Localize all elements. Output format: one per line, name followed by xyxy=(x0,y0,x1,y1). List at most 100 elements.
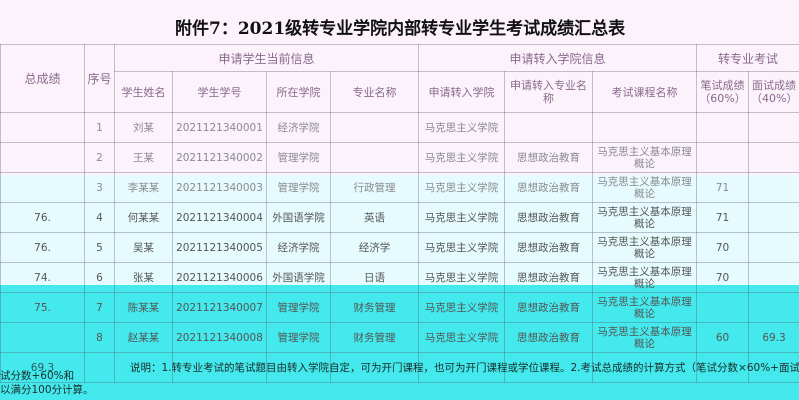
cell-interview: 69.3 xyxy=(748,322,799,353)
cell-no: 8 xyxy=(84,322,115,353)
cell-name: 吴某 xyxy=(114,232,173,263)
cell-target-college: 马克思主义学院 xyxy=(418,292,506,323)
header-total: 总成绩 xyxy=(0,44,85,113)
cell-name: 王某 xyxy=(114,142,173,173)
cell-exam-course xyxy=(592,112,698,143)
cell-target-major: 思想政治教育 xyxy=(504,142,594,173)
cell-name: 赵某某 xyxy=(114,322,173,353)
cell-major: 英语 xyxy=(329,202,420,233)
cell-written xyxy=(696,292,750,323)
table-row: 8 赵某某 2021121340008 管理学院 财务管理 马克思主义学院 思想政治教育 马克… xyxy=(0,322,799,353)
cell-interview xyxy=(748,292,799,323)
cell-target-major: 思想政治教育 xyxy=(504,262,594,293)
header-group-target: 申请转入学院信息 xyxy=(418,44,698,72)
header-college: 所在学院 xyxy=(266,71,331,113)
header-student-id: 学生学号 xyxy=(172,71,267,113)
cell-major xyxy=(329,112,420,143)
header-exam-course: 考试课程名称 xyxy=(592,71,698,113)
header-major: 专业名称 xyxy=(329,71,420,113)
header-interview: 面试成绩（40%） xyxy=(748,71,799,113)
cell-no: 2 xyxy=(84,142,115,173)
header-target-major: 申请转入专业名称 xyxy=(504,71,594,113)
cell-major: 日语 xyxy=(329,262,420,293)
cell-college: 管理学院 xyxy=(266,142,331,173)
cell-interview xyxy=(748,112,799,143)
header-group-applicant: 申请学生当前信息 xyxy=(113,44,420,72)
cell-major: 财务管理 xyxy=(329,292,420,323)
cell-exam-course: 马克思主义基本原理概论 xyxy=(592,172,698,203)
cell-written: 70 xyxy=(696,232,750,263)
cell-name: 陈某某 xyxy=(114,292,173,323)
table-row: 74. 6 张某 2021121340006 外国语学院 日语 马克思主义学院 思想政治教育马… xyxy=(0,262,799,293)
cell-target-major: 思想政治教育 xyxy=(504,202,594,233)
header-written: 笔试成绩（60%） xyxy=(696,71,750,113)
cell-student-id: 2021121340005 xyxy=(172,232,267,263)
table-row: 1 刘某 2021121340001 经济学院 马克思主义学院 xyxy=(0,112,799,143)
cell-exam-course: 马克思主义基本原理概论 xyxy=(592,322,698,353)
cell-name: 李某某 xyxy=(114,172,173,203)
cell-name: 张某 xyxy=(114,262,173,293)
cell-target-college: 马克思主义学院 xyxy=(418,142,506,173)
cell-college: 经济学院 xyxy=(266,112,331,143)
cell-no: 3 xyxy=(84,172,115,203)
cell-college: 外国语学院 xyxy=(266,202,331,233)
cell-major xyxy=(329,142,420,173)
table-row: 3 李某某 2021121340003 管理学院 行政管理 马克思主义学院 思想政治教育 马克… xyxy=(0,172,799,203)
cell-student-id: 2021121340008 xyxy=(172,322,267,353)
cell-exam-course: 马克思主义基本原理概论 xyxy=(592,262,698,293)
cell-college: 管理学院 xyxy=(266,292,331,323)
cell-student-id: 2021121340006 xyxy=(172,262,267,293)
cell-student-id: 2021121340007 xyxy=(172,292,267,323)
cell-target-college: 马克思主义学院 xyxy=(418,112,506,143)
cell-no: 5 xyxy=(84,232,115,263)
cell-interview xyxy=(748,202,799,233)
header-group-exam: 转专业考试 xyxy=(696,44,799,72)
cell-no: 6 xyxy=(84,262,115,293)
cell-exam-course: 马克思主义基本原理概论 xyxy=(592,232,698,263)
cell-exam-course: 马克思主义基本原理概论 xyxy=(592,292,698,323)
cell-total: 76. xyxy=(0,202,85,233)
cell-total xyxy=(0,172,85,203)
cell-no: 4 xyxy=(84,202,115,233)
cell-written xyxy=(696,142,750,173)
cell-written: 60 xyxy=(696,322,750,353)
cell-target-college: 马克思主义学院 xyxy=(418,172,506,203)
cell-total: 76. xyxy=(0,232,85,263)
cell-student-id: 2021121340001 xyxy=(172,112,267,143)
cell-target-major: 思想政治教育 xyxy=(504,322,594,353)
header-name: 学生姓名 xyxy=(114,71,173,113)
cell-exam-course: 马克思主义基本原理概论 xyxy=(592,202,698,233)
cell-no: 1 xyxy=(84,112,115,143)
cell-no: 7 xyxy=(84,292,115,323)
cell-target-college: 马克思主义学院 xyxy=(418,232,506,263)
footnote: 说明：1.转专业考试的笔试题目由转入学院自定，可为开门课程，也可为开门课程或学位… xyxy=(130,362,799,374)
cell-major: 经济学 xyxy=(329,232,420,263)
cell-total xyxy=(0,142,85,173)
cell-interview xyxy=(748,172,799,203)
cell-total xyxy=(0,322,85,353)
cell-target-major: 思想政治教育 xyxy=(504,232,594,263)
cell-target-college: 马克思主义学院 xyxy=(418,202,506,233)
cell-total: 75. xyxy=(0,292,85,323)
table-row: 75. 7 陈某某 2021121340007 管理学院 财务管理 马克思主义学院 思想政治教… xyxy=(0,292,799,323)
cell-target-major: 思想政治教育 xyxy=(504,292,594,323)
cell-exam-course: 马克思主义基本原理概论 xyxy=(592,142,698,173)
cell-total xyxy=(0,112,85,143)
cell-written: 70 xyxy=(696,262,750,293)
cell-interview xyxy=(748,232,799,263)
cell-total: 74. xyxy=(0,262,85,293)
table-row: 76. 4 何某某 2021121340004 外国语学院 英语 马克思主义学院 思想政治教育… xyxy=(0,202,799,233)
cell-target-major: 思想政治教育 xyxy=(504,172,594,203)
header-no: 序号 xyxy=(84,44,115,113)
cell-college: 管理学院 xyxy=(266,322,331,353)
cell-major: 财务管理 xyxy=(329,322,420,353)
table-row: 2 王某 2021121340002 管理学院 马克思主义学院 思想政治教育 马克思主义基本… xyxy=(0,142,799,173)
cell-target-major xyxy=(504,112,594,143)
cell-target-college: 马克思主义学院 xyxy=(418,322,506,353)
cell-name: 何某某 xyxy=(114,202,173,233)
header-target-college: 申请转入学院 xyxy=(418,71,506,113)
cell-written: 71 xyxy=(696,202,750,233)
cell-college: 外国语学院 xyxy=(266,262,331,293)
cell-student-id: 2021121340004 xyxy=(172,202,267,233)
table-row: 76. 5 吴某 2021121340005 经济学院 经济学 马克思主义学院 思想政治教育马… xyxy=(0,232,799,263)
